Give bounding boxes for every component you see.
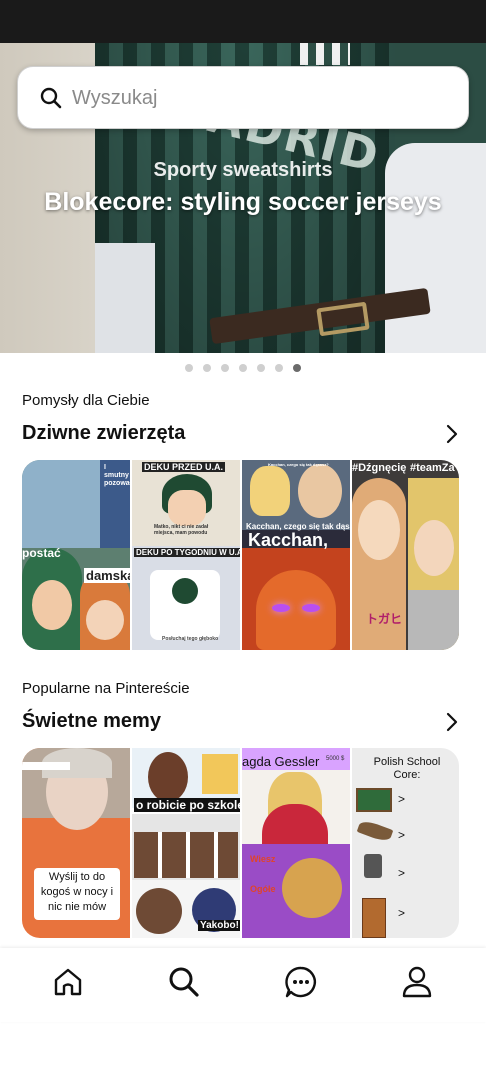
section-caption: Pomysły dla Ciebie	[22, 392, 150, 409]
idea-board-weird-animals[interactable]: I smutny pozowała postać damska DEKU PRZ…	[22, 460, 459, 650]
tile-text: o robicie po szkole	[134, 798, 240, 812]
board-image: Kacchan, czego się tak dąsasz? Kacchan, …	[242, 460, 350, 650]
tile-text: 5000 $	[326, 756, 345, 762]
board-image: Polish School Core: > > > >	[352, 748, 459, 938]
hero-jersey-badge	[300, 43, 350, 65]
tile-text: Posłuchaj tego głęboko	[162, 636, 219, 642]
hero-title[interactable]: Blokecore: styling soccer jerseys	[0, 188, 486, 217]
hero-sleeve-left	[95, 243, 155, 353]
search-bar[interactable]	[17, 66, 469, 129]
carousel-indicator	[0, 364, 486, 374]
tile-text: #teamZa	[410, 462, 455, 474]
tile-text: Matko, nikt ci nie zadał miejsca, mam po…	[154, 524, 209, 536]
tile-text: DEKU PO TYGODNIU W U.A.	[134, 548, 240, 557]
search-input[interactable]	[72, 80, 452, 116]
carousel-dot[interactable]	[203, 364, 211, 372]
status-bar	[0, 0, 486, 43]
tile-text: postać	[22, 546, 61, 560]
home-icon[interactable]	[48, 962, 88, 1002]
tile-text: Ogółe	[250, 884, 276, 894]
carousel-dot-active[interactable]	[293, 364, 301, 372]
messages-icon[interactable]	[281, 962, 321, 1002]
carousel-dot[interactable]	[257, 364, 265, 372]
tile-text: I smutny pozowała	[104, 464, 130, 487]
search-icon	[40, 87, 62, 109]
tile-text: DEKU PRZED U.A.	[142, 462, 226, 472]
carousel-dot[interactable]	[239, 364, 247, 372]
tile-text: Kacchan,	[248, 530, 329, 550]
tile-text: agda Gessler	[242, 754, 320, 769]
tile-text: Wyślij to do kogoś w nocy i nic nie mów	[40, 871, 114, 913]
tile-text: >	[398, 906, 406, 920]
chevron-right-icon[interactable]	[440, 422, 464, 446]
board-image: #Dźgnęcię #teamZa トガヒ	[352, 460, 459, 650]
carousel-dot[interactable]	[275, 364, 283, 372]
board-image: Wyślij to do kogoś w nocy i nic nie mów	[22, 748, 130, 938]
tile-text: Polish School Core:	[373, 756, 441, 781]
bottom-navigation	[0, 948, 486, 1022]
carousel-dot[interactable]	[185, 364, 193, 372]
board-image: agda Gessler 5000 $ Wiesz Ogółe	[242, 748, 350, 938]
idea-board-great-memes[interactable]: Wyślij to do kogoś w nocy i nic nie mów …	[22, 748, 459, 938]
section-caption: Popularne na Pintereście	[22, 680, 190, 697]
chevron-right-icon[interactable]	[440, 710, 464, 734]
search-icon[interactable]	[164, 962, 204, 1002]
tile-text: Yakobo!	[198, 920, 240, 931]
board-image: I smutny pozowała postać damska	[22, 460, 130, 650]
board-image: o robicie po szkole Yakobo!	[132, 748, 240, 938]
tile-text: damska	[84, 568, 130, 583]
carousel-dot[interactable]	[221, 364, 229, 372]
tile-text: >	[398, 828, 406, 842]
section-title[interactable]: Dziwne zwierzęta	[22, 422, 185, 445]
board-image: DEKU PRZED U.A. Matko, nikt ci nie zadał…	[132, 460, 240, 650]
hero-subtitle: Sporty sweatshirts	[153, 159, 333, 181]
tile-text: >	[398, 866, 406, 880]
tile-text: Wiesz	[250, 854, 276, 864]
section-title[interactable]: Świetne memy	[22, 710, 161, 733]
tile-text: #Dźgnęcię	[352, 462, 407, 474]
profile-icon[interactable]	[397, 962, 437, 1002]
tile-text: Kacchan, czego się tak dąsasz?	[268, 462, 329, 467]
tile-text: トガヒ	[366, 612, 403, 626]
tile-text: >	[398, 792, 406, 806]
